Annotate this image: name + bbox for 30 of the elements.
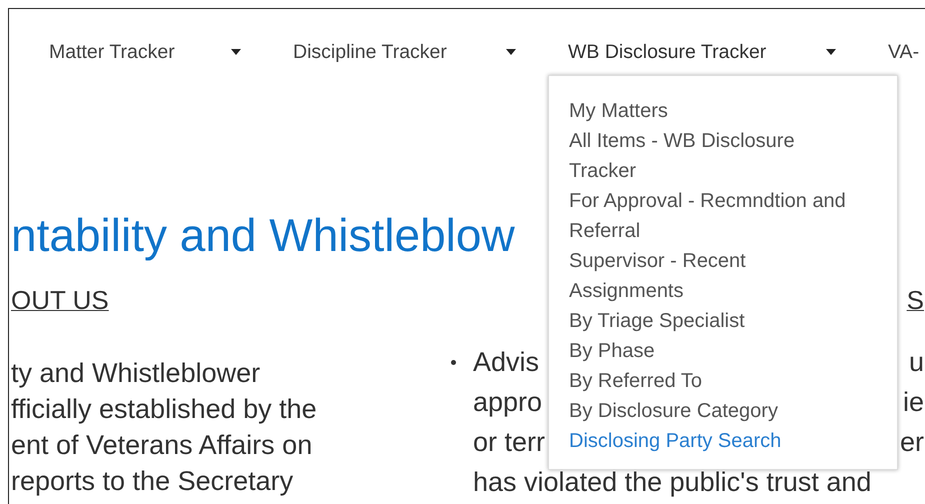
nav-link[interactable]: VA- [888, 40, 920, 64]
caret-icon[interactable] [231, 49, 241, 55]
paragraph-line: Advis [473, 346, 540, 379]
paragraph-line: u [908, 346, 924, 379]
menu-item[interactable]: Disclosing Party Search [569, 426, 782, 456]
nav-link[interactable]: WB Disclosure Tracker [568, 40, 766, 64]
nav-link[interactable]: Discipline Tracker [293, 40, 447, 64]
menu-item[interactable]: By Disclosure Category [569, 396, 778, 426]
menu-item[interactable]: All Items - WB Disclosure Tracker [569, 126, 857, 186]
paragraph-line: or terr [473, 426, 546, 459]
paragraph-line: appro [473, 386, 542, 419]
menu-item[interactable]: By Referred To [569, 366, 702, 396]
paragraph-line: er [900, 426, 924, 459]
menu-item[interactable]: For Approval - Recmndtion and Referral [569, 186, 857, 246]
paragraph-line: ent of Veterans Affairs on [11, 429, 314, 462]
paragraph-line: reports to the Secretary [11, 465, 294, 498]
paragraph-line: ie [902, 386, 924, 419]
section-heading[interactable]: S [906, 283, 924, 317]
section-heading[interactable]: OUT US [11, 283, 109, 317]
paragraph-line: has violated the public's trust and [473, 466, 872, 499]
caret-icon[interactable] [506, 49, 516, 55]
menu-item[interactable]: My Matters [569, 96, 668, 126]
menu-item[interactable]: Supervisor - Recent Assignments [569, 246, 857, 306]
caret-icon[interactable] [826, 49, 836, 55]
paragraph-line: ty and Whistleblower [11, 357, 262, 390]
page-title: ntability and Whistleblow [11, 208, 515, 263]
paragraph-line: fficially established by the [11, 393, 318, 426]
menu-item[interactable]: By Phase [569, 336, 655, 366]
nav-link[interactable]: Matter Tracker [49, 40, 175, 64]
menu-item[interactable]: By Triage Specialist [569, 306, 745, 336]
